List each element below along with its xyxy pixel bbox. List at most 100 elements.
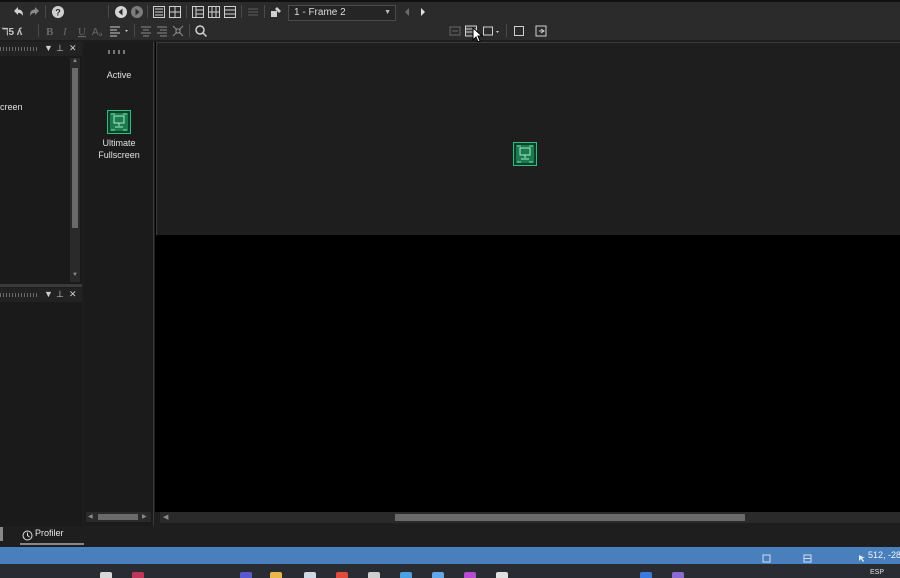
toolbar-main: ? 1 - Frame 2 ▼: [0, 2, 900, 21]
grid-view-icon[interactable]: [168, 5, 182, 19]
workspace-scrollbar[interactable]: ▲ ▼: [70, 58, 80, 282]
chevron-down-icon: ▼: [384, 9, 391, 16]
clock-icon: [22, 528, 33, 541]
cursor-coordinates: 512, -28: [868, 550, 900, 560]
svg-text:a: a: [99, 32, 103, 38]
bold-icon[interactable]: B: [43, 24, 57, 38]
scroll-down-icon[interactable]: ▼: [72, 272, 78, 278]
help-icon[interactable]: ?: [51, 5, 65, 19]
taskbar-app-icon[interactable]: [400, 572, 412, 578]
taskbar-app-icon[interactable]: [304, 572, 316, 578]
scroll-left-icon[interactable]: ◀: [163, 513, 168, 521]
taskbar-app-icon[interactable]: [640, 572, 652, 578]
tab-profiler[interactable]: Profiler: [20, 527, 84, 545]
taskbar-app-icon[interactable]: [368, 572, 380, 578]
font-size-icon[interactable]: Aa: [91, 24, 105, 38]
redo-icon[interactable]: [28, 5, 42, 19]
ultimate-fullscreen-object-icon[interactable]: [107, 110, 131, 134]
object-list-hscrollbar[interactable]: ◀ ▶: [86, 512, 151, 522]
layout-a-icon[interactable]: [191, 5, 205, 19]
layout-c-icon[interactable]: [223, 5, 237, 19]
workspace-panel: ▼ ⊥ ✕ creen ▲ ▼: [0, 42, 82, 284]
dropdown-icon[interactable]: ▼: [44, 289, 53, 299]
svg-text:U: U: [78, 26, 86, 38]
italic-icon[interactable]: I: [59, 24, 73, 38]
forward-icon[interactable]: [130, 5, 144, 19]
taskbar-app-icon[interactable]: [336, 572, 348, 578]
pin-icon[interactable]: ⊥: [56, 43, 64, 54]
rect-icon[interactable]: [482, 24, 502, 38]
object-label-line1: Ultimate: [102, 138, 136, 148]
mouse-cursor-icon: [472, 26, 484, 43]
object-label-active[interactable]: Active: [84, 69, 154, 81]
object-list-scroll-thumb[interactable]: [98, 514, 138, 520]
toolbar-format: ℸ5 ʎ B I U Aa: [0, 21, 900, 43]
paint-icon[interactable]: [269, 5, 283, 19]
layout-b-icon[interactable]: [207, 5, 221, 19]
list-view-icon[interactable]: [152, 5, 166, 19]
status-snap-icon[interactable]: [762, 550, 771, 563]
align-right-icon[interactable]: [155, 24, 169, 38]
taskbar: ESP: [0, 564, 900, 578]
svg-text:ℸ5 ʎ: ℸ5 ʎ: [2, 27, 23, 38]
svg-text:B: B: [46, 26, 54, 38]
box-icon[interactable]: [512, 24, 526, 38]
workspace-item-label[interactable]: creen: [0, 102, 23, 112]
status-grid-icon[interactable]: [803, 550, 812, 563]
frame-select[interactable]: 1 - Frame 2 ▼: [288, 5, 396, 21]
export-icon[interactable]: [534, 24, 548, 38]
object-icon-partial: [108, 50, 128, 54]
shrink-icon[interactable]: [171, 24, 185, 38]
editor-scroll-thumb[interactable]: [395, 514, 745, 521]
svg-text:A: A: [92, 27, 99, 38]
status-bar: 512, -28: [0, 547, 900, 564]
taskbar-app-icon[interactable]: [496, 572, 508, 578]
scroll-up-icon[interactable]: ▲: [72, 58, 78, 64]
taskbar-app-icon[interactable]: [432, 572, 444, 578]
frame-select-value: 1 - Frame 2: [294, 7, 346, 18]
svg-text:?: ?: [55, 8, 61, 18]
pin-icon[interactable]: ⊥: [56, 289, 64, 300]
panel-grip[interactable]: [0, 293, 38, 297]
align-center-icon[interactable]: [139, 24, 153, 38]
tab-profiler-label: Profiler: [35, 528, 64, 538]
scroll-left-icon[interactable]: ◀: [88, 513, 93, 520]
undo-icon[interactable]: [11, 5, 25, 19]
taskbar-app-icon[interactable]: [100, 572, 112, 578]
object-label-ultimate-fullscreen[interactable]: Ultimate Fullscreen: [84, 137, 154, 161]
workspace-scroll-thumb[interactable]: [72, 68, 78, 228]
taskbar-app-icon[interactable]: [672, 572, 684, 578]
frame-editor: [155, 42, 900, 512]
svg-text:I: I: [62, 26, 68, 38]
object-list-panel: Active Ultimate Fullscreen ◀ ▶: [84, 42, 154, 526]
scroll-right-icon[interactable]: ▶: [142, 513, 147, 520]
properties-panel-header: ▼ ⊥ ✕: [0, 288, 82, 302]
dropdown-icon[interactable]: ▼: [44, 43, 53, 53]
taskbar-app-icon[interactable]: [132, 572, 144, 578]
ultimate-fullscreen-instance-icon[interactable]: [513, 142, 537, 166]
taskbar-app-icon[interactable]: [240, 572, 252, 578]
properties-panel: ▼ ⊥ ✕: [0, 288, 82, 526]
bottom-tab-bar: Profiler: [0, 527, 900, 546]
snap-icon[interactable]: [448, 24, 462, 38]
workspace-panel-header: ▼ ⊥ ✕: [0, 42, 82, 56]
text-disabled-icon[interactable]: [246, 5, 260, 19]
text-tools-icon[interactable]: ℸ5 ʎ: [2, 24, 34, 38]
language-indicator[interactable]: ESP: [870, 569, 884, 576]
close-icon[interactable]: ✕: [69, 43, 77, 54]
panel-grip[interactable]: [0, 47, 38, 51]
zoom-icon[interactable]: [194, 24, 208, 38]
frame-area[interactable]: [156, 42, 900, 235]
taskbar-folder-icon[interactable]: [270, 572, 282, 578]
next-frame-icon[interactable]: [416, 5, 430, 19]
editor-hscrollbar[interactable]: ◀: [160, 512, 900, 523]
panel-splitter[interactable]: [0, 284, 82, 287]
back-icon[interactable]: [114, 5, 128, 19]
align-left-icon[interactable]: [109, 24, 131, 38]
taskbar-app-icon[interactable]: [464, 572, 476, 578]
close-icon[interactable]: ✕: [69, 289, 77, 300]
underline-icon[interactable]: U: [75, 24, 89, 38]
prev-frame-icon[interactable]: [400, 5, 414, 19]
tab-partial[interactable]: [0, 527, 3, 541]
coords-icon: [858, 550, 866, 562]
